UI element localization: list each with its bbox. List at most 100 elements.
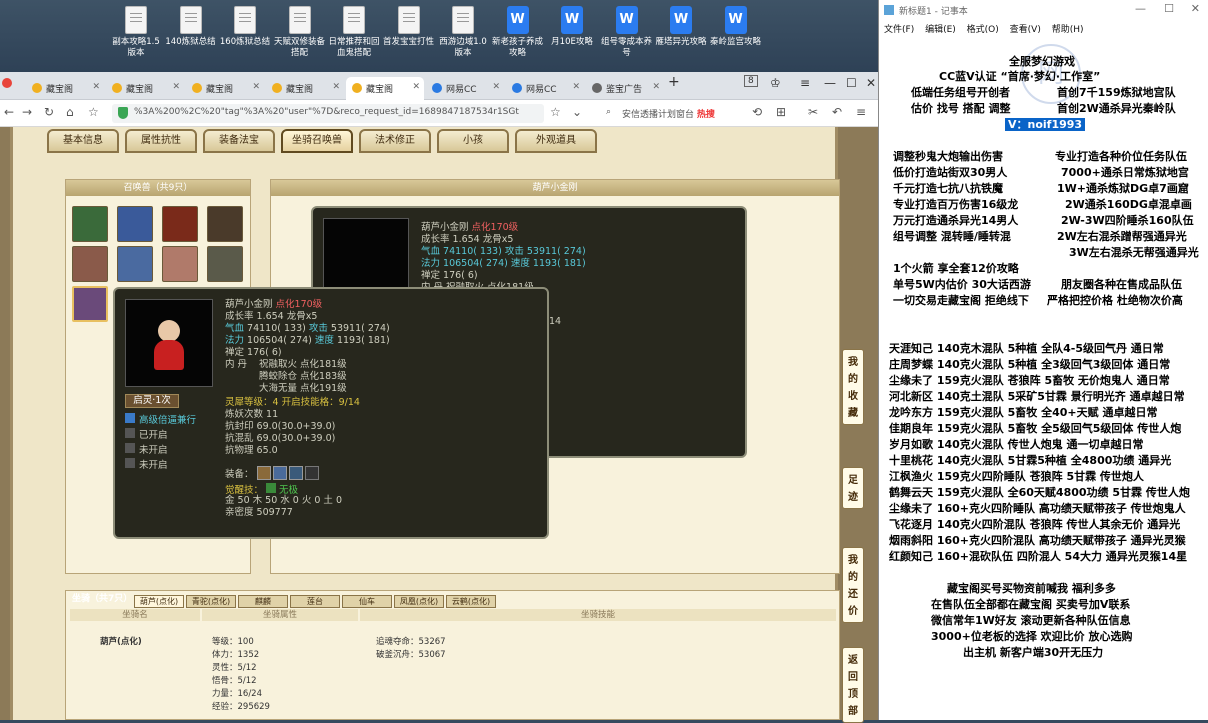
tab-close-icon[interactable]: ✕	[332, 82, 340, 92]
tab-close-icon[interactable]: ✕	[252, 82, 260, 92]
pet-thumbnail[interactable]	[162, 246, 198, 282]
tab-close-icon[interactable]: ✕	[652, 82, 660, 92]
back-icon[interactable]: ←	[4, 105, 14, 119]
browser-tab[interactable]: 网易CC ✕	[506, 77, 584, 100]
mount-tab[interactable]: 凤凰(点化)	[394, 595, 444, 608]
mount-tab[interactable]: 葫芦(点化)	[134, 595, 184, 608]
new-tab-icon[interactable]: +	[668, 74, 680, 90]
awaken-badge[interactable]: 启灵·1次	[125, 394, 179, 408]
side-button[interactable]: 我的还价	[842, 547, 864, 623]
desktop-icon[interactable]: 160炼狱总结	[219, 6, 271, 48]
desktop-icon[interactable]: W 月10E攻略	[546, 6, 598, 48]
star-icon[interactable]: ☆	[88, 105, 99, 119]
pet-thumbnail[interactable]	[162, 206, 198, 242]
search-box[interactable]: ⌕ 安信透播计划窗台 热搜	[600, 104, 730, 123]
browser-logo-icon[interactable]	[2, 78, 12, 88]
desktop-icon[interactable]: W 新老孩子养成攻略	[492, 6, 544, 59]
intimacy: 亲密度 509777	[225, 507, 293, 518]
tab-close-icon[interactable]: ✕	[172, 82, 180, 92]
notepad-line: V：noif1993	[1005, 118, 1086, 131]
equip-slot-3[interactable]	[289, 466, 303, 480]
pet-thumbnail[interactable]	[207, 246, 243, 282]
notepad-menu-item[interactable]: 编辑(E)	[925, 25, 956, 35]
notepad-line: 低价打造站街双30男人	[893, 166, 1008, 179]
awaken-item[interactable]: 已开启	[125, 428, 168, 442]
scissors-icon[interactable]: ✂	[808, 105, 818, 119]
game-tab[interactable]: 小孩	[437, 129, 509, 153]
desktop-icon[interactable]: W 雁塔异光攻略	[655, 6, 707, 48]
desktop-icon[interactable]: 副本攻略1.5版本	[110, 6, 162, 59]
home-icon[interactable]: ⌂	[66, 105, 74, 119]
pet-thumbnail[interactable]	[117, 246, 153, 282]
browser-tab[interactable]: 藏宝阁 ✕	[106, 77, 184, 100]
equip-slot-1[interactable]	[257, 466, 271, 480]
notepad-menu-item[interactable]: 查看(V)	[1010, 25, 1041, 35]
browser-tab[interactable]: 藏宝阁 ✕	[266, 77, 344, 100]
browser-tab[interactable]: 网易CC ✕	[426, 77, 504, 100]
address-bar[interactable]: %3A%200%2C%20"tag"%3A%20"user"%7D&reco_r…	[112, 104, 544, 123]
game-tab[interactable]: 基本信息	[47, 129, 119, 153]
desktop-icon[interactable]: W 组号零成本养号	[601, 6, 653, 59]
notepad-menu-item[interactable]: 格式(O)	[967, 25, 999, 35]
more-icon[interactable]: ≡	[856, 105, 866, 119]
tab-close-icon[interactable]: ✕	[492, 82, 500, 92]
awaken-item[interactable]: 未开启	[125, 443, 168, 457]
tab-count[interactable]: 8	[744, 75, 758, 87]
shirt-icon[interactable]: ♔	[770, 76, 781, 90]
awaken-item[interactable]: 高级倍逼兼行	[125, 413, 196, 427]
undo-icon[interactable]: ↶	[832, 105, 842, 119]
pet-thumbnail[interactable]	[72, 286, 108, 322]
browser-tab[interactable]: 藏宝阁 ✕	[26, 77, 104, 100]
desktop-icon[interactable]: 西游边域1.0版本	[437, 6, 489, 59]
side-button[interactable]: 返回顶部	[842, 647, 864, 723]
dropdown-icon[interactable]: ⌄	[572, 105, 582, 119]
pet-thumbnail[interactable]	[117, 206, 153, 242]
awaken-item[interactable]: 未开启	[125, 458, 168, 472]
close-icon[interactable]: ✕	[866, 76, 876, 90]
notepad-menu-item[interactable]: 帮助(H)	[1052, 25, 1084, 35]
pet-thumbnail[interactable]	[207, 206, 243, 242]
game-tab[interactable]: 外观道具	[515, 129, 597, 153]
side-button[interactable]: 足迹	[842, 467, 864, 509]
bookmark-star-icon[interactable]: ☆	[550, 105, 561, 119]
desktop-icon[interactable]: 天赋双修装备搭配	[274, 6, 326, 59]
tab-close-icon[interactable]: ✕	[572, 82, 580, 92]
minimize-icon[interactable]: —	[824, 76, 836, 90]
equip-slot-2[interactable]	[273, 466, 287, 480]
np-minimize-icon[interactable]: —	[1135, 2, 1146, 15]
mount-attr: 经验：295629	[212, 702, 270, 712]
refresh-icon[interactable]: ↻	[44, 105, 54, 119]
forward-icon[interactable]: →	[22, 105, 32, 119]
pet-thumbnail[interactable]	[72, 246, 108, 282]
desktop-icon[interactable]: 140炼狱总结	[165, 6, 217, 48]
mount-tab[interactable]: 青驼(点化)	[186, 595, 236, 608]
mount-tab[interactable]: 仙车	[342, 595, 392, 608]
game-tab[interactable]: 法术修正	[359, 129, 431, 153]
browser-tab[interactable]: 藏宝阁 ✕	[186, 77, 264, 100]
desktop-icon[interactable]: W 秦岭监宫攻略	[710, 6, 762, 48]
mount-tab[interactable]: 莲台	[290, 595, 340, 608]
card-back-tag: 点化170级	[471, 222, 519, 233]
hot-search[interactable]: 热搜	[697, 110, 715, 120]
notepad-menu-item[interactable]: 文件(F)	[884, 25, 914, 35]
pet-thumbnail[interactable]	[72, 206, 108, 242]
tab-close-icon[interactable]: ✕	[412, 82, 420, 92]
np-maximize-icon[interactable]: ☐	[1164, 2, 1174, 15]
np-close-icon[interactable]: ✕	[1191, 2, 1200, 15]
tab-close-icon[interactable]: ✕	[92, 82, 100, 92]
mount-tab[interactable]: 麒麟	[238, 595, 288, 608]
menu-icon[interactable]: ≡	[800, 76, 810, 90]
game-tab[interactable]: 属性抗性	[125, 129, 197, 153]
screenshot-icon[interactable]: ⟲	[752, 105, 762, 119]
grid-icon[interactable]: ⊞	[776, 105, 786, 119]
game-tab[interactable]: 坐骑召唤兽	[281, 129, 353, 153]
desktop-icon[interactable]: 日常推荐和回血鬼搭配	[328, 6, 380, 59]
game-tab[interactable]: 装备法宝	[203, 129, 275, 153]
equip-slot-4[interactable]	[305, 466, 319, 480]
browser-tab[interactable]: 鉴宝广告 ✕	[586, 77, 664, 100]
desktop-icon[interactable]: 首发宝宝打性	[383, 6, 435, 48]
mount-tab[interactable]: 云鹤(点化)	[446, 595, 496, 608]
side-button[interactable]: 我的收藏	[842, 349, 864, 425]
browser-tab[interactable]: 藏宝阁 ✕	[346, 77, 424, 100]
maximize-icon[interactable]: ☐	[846, 76, 857, 90]
